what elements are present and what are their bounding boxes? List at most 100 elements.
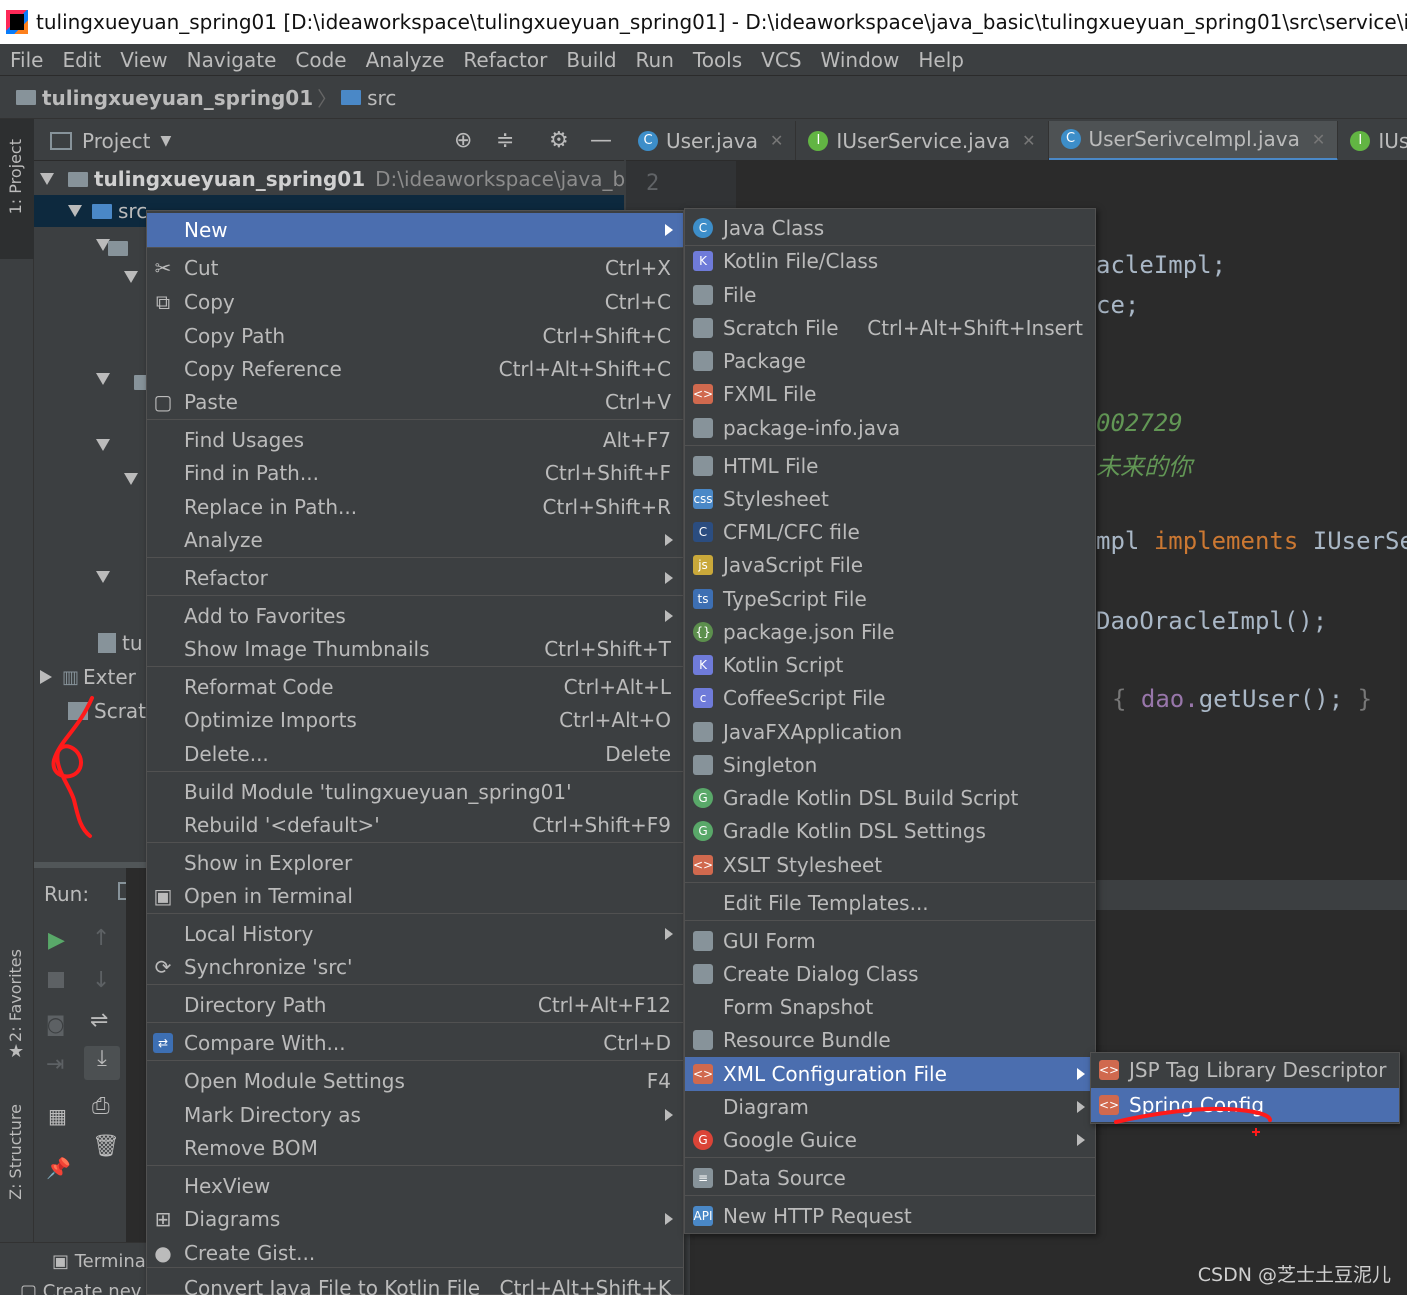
menu-item-edit-file-templates[interactable]: Edit File Templates... bbox=[685, 886, 1095, 920]
editor-tab-userserviceimpl[interactable]: C UserSerivceImpl.java ✕ bbox=[1048, 121, 1339, 160]
menu-tools[interactable]: Tools bbox=[693, 48, 742, 72]
menu-file[interactable]: File bbox=[10, 48, 43, 72]
arrow-up-icon[interactable]: ↑ bbox=[92, 926, 110, 951]
run-icon[interactable]: ▶ bbox=[48, 928, 65, 953]
wrap-icon[interactable]: ⇌ bbox=[90, 1008, 108, 1033]
favorites-tool-tab[interactable]: 2: Favorites bbox=[6, 949, 25, 1042]
menu-item-html-file[interactable]: HTML File bbox=[685, 449, 1095, 483]
menu-item-local-history[interactable]: Local History bbox=[147, 917, 683, 951]
menu-refactor[interactable]: Refactor bbox=[463, 48, 547, 72]
menu-item-diagrams[interactable]: ⊞ Diagrams bbox=[147, 1202, 683, 1236]
breadcrumb-src[interactable]: src bbox=[367, 86, 396, 110]
menu-item-build-module-tulingxueyuan-spring01[interactable]: Build Module 'tulingxueyuan_spring01' bbox=[147, 775, 683, 809]
tree-root-row[interactable]: tulingxueyuan_spring01 D:\ideaworkspace\… bbox=[40, 163, 692, 195]
expand-triangle-icon[interactable] bbox=[96, 439, 110, 451]
trash-icon[interactable]: 🗑 bbox=[92, 1134, 120, 1159]
expand-triangle-icon[interactable] bbox=[124, 271, 138, 283]
menu-item-rebuild-default[interactable]: Rebuild '<default>' Ctrl+Shift+F9 bbox=[147, 808, 683, 842]
menu-item-data-source[interactable]: ≡ Data Source bbox=[685, 1161, 1095, 1195]
menu-navigate[interactable]: Navigate bbox=[187, 48, 277, 72]
menu-item-kotlin-file-class[interactable]: K Kotlin File/Class bbox=[685, 244, 1095, 278]
menu-item-fxml-file[interactable]: <> FXML File bbox=[685, 377, 1095, 411]
menu-item-gradle-kotlin-dsl-settings[interactable]: G Gradle Kotlin DSL Settings bbox=[685, 814, 1095, 848]
menu-item-new[interactable]: New bbox=[147, 213, 683, 247]
menu-item-kotlin-script[interactable]: K Kotlin Script bbox=[685, 648, 1095, 682]
menu-item-coffeescript-file[interactable]: c CoffeeScript File bbox=[685, 681, 1095, 715]
pin-icon[interactable]: 📌 bbox=[46, 1156, 71, 1180]
close-icon[interactable]: ✕ bbox=[1312, 130, 1325, 149]
menu-item-show-image-thumbnails[interactable]: Show Image Thumbnails Ctrl+Shift+T bbox=[147, 632, 683, 666]
menu-item-show-in-explorer[interactable]: Show in Explorer bbox=[147, 846, 683, 880]
project-view-selector[interactable]: Project bbox=[82, 129, 150, 153]
menu-item-scratch-file[interactable]: Scratch File Ctrl+Alt+Shift+Insert bbox=[685, 311, 1095, 345]
menu-item-refactor[interactable]: Refactor bbox=[147, 561, 683, 595]
menu-item-new-http-request[interactable]: API New HTTP Request bbox=[685, 1199, 1095, 1233]
breadcrumb-project[interactable]: tulingxueyuan_spring01 bbox=[42, 86, 313, 110]
create-new-label[interactable]: ▢ Create nev bbox=[20, 1281, 141, 1295]
menu-item-package[interactable]: Package bbox=[685, 344, 1095, 378]
menu-item-synchronize-src[interactable]: ⟳ Synchronize 'src' bbox=[147, 950, 683, 984]
expand-triangle-icon[interactable] bbox=[96, 571, 110, 583]
menu-item-copy-path[interactable]: Copy Path Ctrl+Shift+C bbox=[147, 319, 683, 353]
menu-item-find-usages[interactable]: Find Usages Alt+F7 bbox=[147, 423, 683, 457]
menu-item-analyze[interactable]: Analyze bbox=[147, 523, 683, 557]
menu-item-resource-bundle[interactable]: Resource Bundle bbox=[685, 1023, 1095, 1057]
camera-icon[interactable]: ◙ bbox=[46, 1012, 65, 1036]
menu-edit[interactable]: Edit bbox=[62, 48, 101, 72]
terminal-tab[interactable]: ▣ Termina bbox=[52, 1251, 146, 1272]
chevron-down-icon[interactable]: ▼ bbox=[160, 133, 171, 149]
menu-item-jsp-tag-library-descriptor[interactable]: <> JSP Tag Library Descriptor bbox=[1091, 1053, 1399, 1087]
menu-item-create-gist[interactable]: ● Create Gist... bbox=[147, 1236, 683, 1270]
menu-item-hexview[interactable]: HexView bbox=[147, 1169, 683, 1203]
hide-panel-icon[interactable]: — bbox=[590, 128, 612, 153]
menu-item-javascript-file[interactable]: js JavaScript File bbox=[685, 548, 1095, 582]
editor-tab-iuserdao[interactable]: IIUserDa bbox=[1338, 121, 1407, 160]
structure-tool-tab[interactable]: Z: Structure bbox=[6, 1104, 25, 1200]
layout-grid-icon[interactable]: ▦ bbox=[48, 1104, 67, 1128]
editor-tab-user[interactable]: C User.java ✕ bbox=[626, 121, 797, 160]
menu-view[interactable]: View bbox=[120, 48, 167, 72]
menu-item-cut[interactable]: ✂ Cut Ctrl+X bbox=[147, 251, 683, 285]
menu-item-compare-with[interactable]: ⇄ Compare With... Ctrl+D bbox=[147, 1026, 683, 1060]
expand-triangle-icon[interactable] bbox=[96, 373, 110, 385]
menu-item-singleton[interactable]: Singleton bbox=[685, 748, 1095, 782]
menu-item-mark-directory-as[interactable]: Mark Directory as bbox=[147, 1098, 683, 1132]
gear-icon[interactable]: ⚙ bbox=[549, 128, 569, 153]
menu-item-stylesheet[interactable]: css Stylesheet bbox=[685, 482, 1095, 516]
menu-item-typescript-file[interactable]: ts TypeScript File bbox=[685, 582, 1095, 616]
menu-vcs[interactable]: VCS bbox=[761, 48, 801, 72]
menu-item-find-in-path[interactable]: Find in Path... Ctrl+Shift+F bbox=[147, 456, 683, 490]
menu-item-convert-java-file-to-kotlin-file[interactable]: Convert Java File to Kotlin File Ctrl+Alt… bbox=[147, 1271, 683, 1295]
menu-item-gradle-kotlin-dsl-build-script[interactable]: G Gradle Kotlin DSL Build Script bbox=[685, 781, 1095, 815]
menu-item-form-snapshot[interactable]: Form Snapshot bbox=[685, 990, 1095, 1024]
menu-item-javafxapplication[interactable]: JavaFXApplication bbox=[685, 715, 1095, 749]
menu-analyze[interactable]: Analyze bbox=[366, 48, 445, 72]
expand-triangle-icon[interactable] bbox=[124, 473, 138, 485]
tree-tu-row[interactable]: tu bbox=[98, 627, 143, 659]
menu-item-google-guice[interactable]: G Google Guice bbox=[685, 1123, 1095, 1157]
collapse-triangle-icon[interactable] bbox=[40, 670, 52, 684]
menu-item-open-module-settings[interactable]: Open Module Settings F4 bbox=[147, 1064, 683, 1098]
expand-triangle-icon[interactable] bbox=[68, 205, 82, 217]
menu-item-create-dialog-class[interactable]: Create Dialog Class bbox=[685, 957, 1095, 991]
locate-icon[interactable]: ⊕ bbox=[454, 128, 472, 153]
menu-item-xml-configuration-file[interactable]: <> XML Configuration File bbox=[685, 1057, 1095, 1091]
menu-item-add-to-favorites[interactable]: Add to Favorites bbox=[147, 599, 683, 633]
menu-item-paste[interactable]: ▢ Paste Ctrl+V bbox=[147, 385, 683, 419]
menu-item-directory-path[interactable]: Directory Path Ctrl+Alt+F12 bbox=[147, 988, 683, 1022]
menu-run[interactable]: Run bbox=[636, 48, 674, 72]
close-icon[interactable]: ✕ bbox=[770, 131, 783, 150]
editor-tab-iuserservice[interactable]: I IUserService.java ✕ bbox=[796, 121, 1049, 160]
menu-item-package-info-java[interactable]: package-info.java bbox=[685, 411, 1095, 445]
menu-item-copy[interactable]: ⧉ Copy Ctrl+C bbox=[147, 285, 683, 319]
project-tool-tab[interactable]: 1: Project bbox=[6, 139, 25, 214]
menu-item-file[interactable]: File bbox=[685, 278, 1095, 312]
menu-code[interactable]: Code bbox=[295, 48, 346, 72]
menu-window[interactable]: Window bbox=[821, 48, 900, 72]
close-icon[interactable]: ✕ bbox=[1022, 131, 1035, 150]
stop-icon[interactable] bbox=[48, 972, 64, 988]
login-icon[interactable]: ⇥ bbox=[46, 1052, 64, 1077]
expand-triangle-icon[interactable] bbox=[40, 173, 54, 185]
menu-item-reformat-code[interactable]: Reformat Code Ctrl+Alt+L bbox=[147, 670, 683, 704]
menu-item-gui-form[interactable]: GUI Form bbox=[685, 924, 1095, 958]
